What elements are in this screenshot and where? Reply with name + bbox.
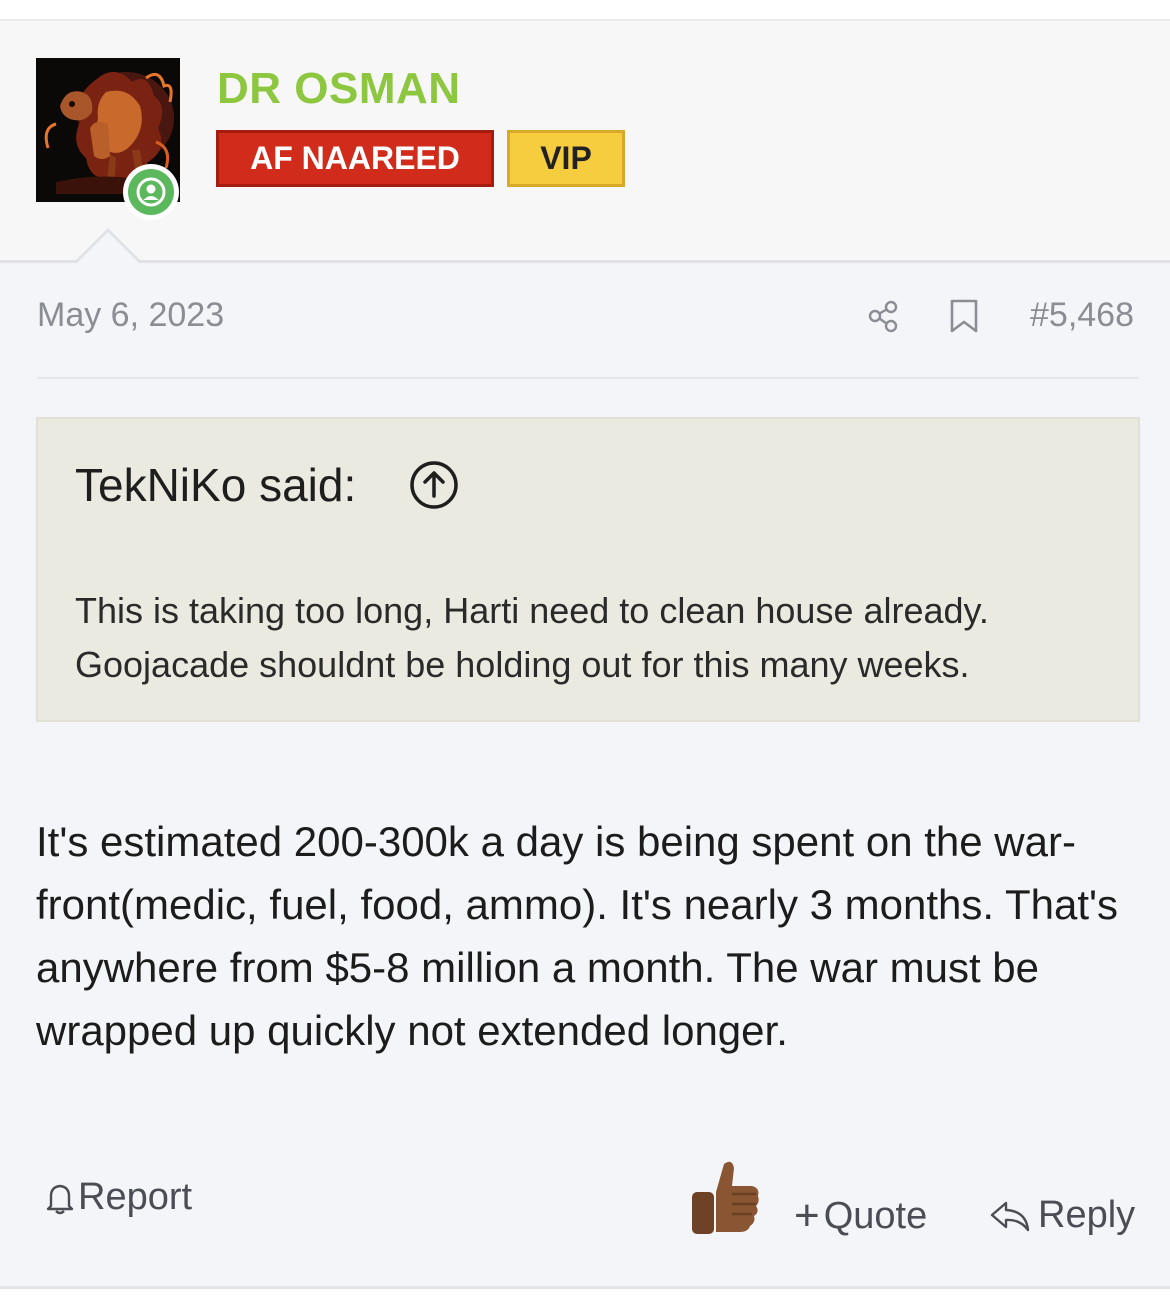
bookmark-icon[interactable] — [948, 298, 980, 334]
user-online-icon — [136, 177, 166, 207]
plus-icon: + — [794, 1191, 820, 1240]
user-title-badge: AF NAAREED — [216, 130, 494, 187]
quote-label: Quote — [823, 1194, 928, 1237]
bottom-strip — [0, 1289, 1170, 1306]
reply-label: Reply — [1038, 1194, 1136, 1236]
share-icon[interactable] — [866, 298, 902, 334]
top-strip — [0, 0, 1170, 19]
thumbs-up-reaction-icon[interactable] — [686, 1156, 762, 1236]
report-button[interactable]: Report — [42, 1176, 192, 1219]
quote-author[interactable]: TekNiKo said: — [75, 458, 356, 512]
bell-icon — [46, 1184, 74, 1214]
vip-badge: VIP — [507, 130, 625, 187]
author-pointer-fill — [77, 232, 139, 263]
post-content: It's estimated 200-300k a day is being s… — [36, 818, 1119, 1054]
quote-text: This is taking too long, Harti need to c… — [75, 590, 989, 685]
post-number-link[interactable]: #5,468 — [1030, 296, 1134, 335]
reply-button[interactable]: Reply — [988, 1194, 1135, 1237]
quote-button[interactable]: + Quote — [794, 1194, 927, 1238]
meta-divider — [37, 377, 1139, 379]
arrow-up-circle-icon[interactable] — [409, 460, 459, 510]
report-label: Report — [78, 1176, 193, 1218]
online-status-badge — [123, 164, 179, 220]
reply-arrow-icon — [990, 1201, 1030, 1231]
post-date[interactable]: May 6, 2023 — [37, 296, 224, 335]
username[interactable]: DR OSMAN — [217, 64, 461, 114]
